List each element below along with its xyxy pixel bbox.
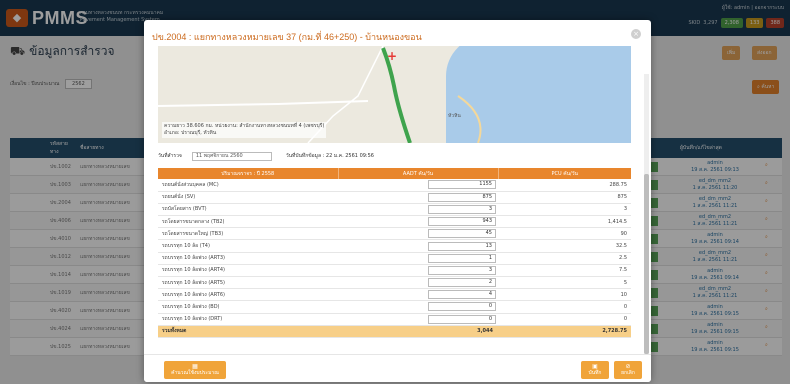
map-caption-line-2: อำเภอ: ปราณบุรี, หัวหิน: [164, 130, 217, 136]
pcu-value: 288.75: [498, 179, 631, 192]
pcu-value: 1,414.5: [498, 215, 631, 229]
record-date: วันที่บันทึกข้อมูล : 22 ม.ค. 2561 09:56: [285, 153, 374, 159]
cancel-button[interactable]: ⊘ ยกเลิก: [614, 361, 642, 379]
location-pin-icon: +: [387, 49, 398, 63]
traffic-row: รถบรรทุก 10 ล้อ (T4) 13 32.5: [158, 239, 631, 253]
vehicle-type: รถโดยสารขนาดใหญ่ (TB3): [158, 227, 338, 241]
aadt-input[interactable]: 943: [428, 217, 496, 227]
pcu-value: 0: [498, 300, 631, 314]
aadt-input[interactable]: 45: [428, 229, 496, 239]
aadt-cell: 4: [338, 288, 498, 302]
modal-footer: ▦ คำนวณใช้งบประมาณ ▣ บันทึก ⊘ ยกเลิก: [144, 354, 651, 382]
traffic-row: รถบัสโดยสาร (BVT) 3 3: [158, 203, 631, 217]
aadt-input[interactable]: 0: [428, 314, 496, 324]
vehicle-type: รถยนต์นั่งส่วนบุคคล (MC): [158, 179, 338, 192]
aadt-input[interactable]: 0: [428, 302, 496, 312]
aadt-cell: 13: [338, 239, 498, 253]
total-row: รวมทั้งหมด 3,044 2,728.75: [158, 325, 631, 338]
survey-date-label: วันที่สำรวจ: [158, 153, 182, 159]
aadt-cell: 1155: [338, 179, 498, 192]
aadt-cell: 3: [338, 203, 498, 217]
aadt-cell: 3: [338, 264, 498, 278]
pcu-value: 7.5: [498, 264, 631, 278]
aadt-input[interactable]: 13: [428, 241, 496, 251]
traffic-row: รถโดยสารขนาดใหญ่ (TB3) 45 90: [158, 227, 631, 241]
traffic-row: รถยนต์นั่งส่วนบุคคล (MC) 1155 288.75: [158, 179, 631, 192]
traffic-modal: ปข.2004 : แยกทางหลวงหมายเลข 37 (กม.ที่ 4…: [144, 20, 651, 382]
pcu-value: 5: [498, 276, 631, 290]
modal-body: + หัวหิน ความยาว 38.606 กม. หน่วยงาน: สำ…: [144, 46, 651, 376]
traffic-row: รถบรรทุก 10 ล้อพ่วง (ART5) 2 5: [158, 276, 631, 290]
aadt-cell: 943: [338, 215, 498, 229]
aadt-input[interactable]: 4: [428, 290, 496, 300]
map-caption-line-1: ความยาว 38.606 กม. หน่วยงาน: สำนักงานทาง…: [164, 123, 325, 129]
aadt-input[interactable]: 1: [428, 253, 496, 263]
aadt-input[interactable]: 3: [428, 204, 496, 214]
calculate-button-label: คำนวณใช้งบประมาณ: [171, 370, 219, 376]
traffic-row: รถบรรทุก 10 ล้อพ่วง (DRT) 0 0: [158, 313, 631, 326]
save-button-label: บันทึก: [588, 370, 602, 376]
pcu-value: 3: [498, 203, 631, 217]
pcu-value: 32.5: [498, 239, 631, 253]
traffic-row: รถโดยสารขนาดกลาง (TB2) 943 1,414.5: [158, 215, 631, 229]
traffic-row: รถยนต์นั่ง (SV) 875 875: [158, 191, 631, 204]
map-place-label: หัวหิน: [448, 113, 461, 119]
aadt-cell: 1: [338, 252, 498, 265]
aadt-cell: 2: [338, 276, 498, 290]
traffic-row: รถบรรทุก 10 ล้อพ่วง (ART4) 3 7.5: [158, 264, 631, 278]
traffic-row: รถบรรทุก 10 ล้อพ่วง (BD) 0 0: [158, 300, 631, 314]
traffic-table: ปริมาณจราจร : ปี 2558 AADT คัน/วัน PCU ค…: [158, 168, 631, 338]
vehicle-type: รถยนต์นั่ง (SV): [158, 191, 338, 204]
total-aadt: 3,044: [338, 325, 498, 338]
modal-title: ปข.2004 : แยกทางหลวงหมายเลข 37 (กม.ที่ 4…: [152, 32, 422, 42]
col-vehicle: ปริมาณจราจร : ปี 2558: [158, 168, 339, 179]
traffic-row: รถบรรทุก 10 ล้อพ่วง (ART6) 4 10: [158, 288, 631, 302]
traffic-table-body: รถยนต์นั่งส่วนบุคคล (MC) 1155 288.75 รถยนต์…: [158, 179, 631, 338]
save-button[interactable]: ▣ บันทึก: [581, 361, 609, 379]
pcu-value: 90: [498, 227, 631, 241]
pcu-value: 10: [498, 288, 631, 302]
cancel-button-label: ยกเลิก: [621, 370, 635, 376]
aadt-cell: 0: [338, 313, 498, 326]
col-pcu: PCU คัน/วัน: [498, 168, 631, 179]
aadt-input[interactable]: 2: [428, 278, 496, 288]
aadt-cell: 0: [338, 300, 498, 314]
aadt-input[interactable]: 3: [428, 265, 496, 275]
vehicle-type: รถบรรทุก 10 ล้อพ่วง (ART6): [158, 288, 338, 302]
total-label: รวมทั้งหมด: [158, 325, 338, 338]
route-map[interactable]: + หัวหิน ความยาว 38.606 กม. หน่วยงาน: สำ…: [158, 46, 631, 143]
survey-info-row: วันที่สำรวจ 11 พฤศจิกายน 2560 วันที่บันท…: [158, 150, 631, 162]
vehicle-type: รถบรรทุก 10 ล้อพ่วง (ART3): [158, 252, 338, 265]
total-pcu: 2,728.75: [498, 325, 631, 338]
traffic-table-header: ปริมาณจราจร : ปี 2558 AADT คัน/วัน PCU ค…: [158, 168, 631, 179]
aadt-cell: 875: [338, 191, 498, 204]
vehicle-type: รถบรรทุก 10 ล้อพ่วง (ART4): [158, 264, 338, 278]
aadt-cell: 45: [338, 227, 498, 241]
close-icon[interactable]: ×: [631, 29, 641, 39]
calculate-button[interactable]: ▦ คำนวณใช้งบประมาณ: [164, 361, 226, 379]
vehicle-type: รถบัสโดยสาร (BVT): [158, 203, 338, 217]
survey-date-input[interactable]: 11 พฤศจิกายน 2560: [191, 151, 272, 161]
aadt-input[interactable]: 1155: [428, 180, 496, 190]
aadt-input[interactable]: 875: [428, 192, 496, 202]
pcu-value: 875: [498, 191, 631, 204]
vehicle-type: รถบรรทุก 10 ล้อพ่วง (DRT): [158, 313, 338, 326]
traffic-row: รถบรรทุก 10 ล้อพ่วง (ART3) 1 2.5: [158, 252, 631, 265]
vehicle-type: รถบรรทุก 10 ล้อพ่วง (ART5): [158, 276, 338, 290]
col-aadt: AADT คัน/วัน: [338, 168, 499, 179]
modal-scrollbar[interactable]: [644, 74, 649, 374]
scroll-thumb[interactable]: [644, 174, 649, 354]
vehicle-type: รถบรรทุก 10 ล้อพ่วง (BD): [158, 300, 338, 314]
pcu-value: 0: [498, 313, 631, 326]
vehicle-type: รถบรรทุก 10 ล้อ (T4): [158, 239, 338, 253]
map-caption: ความยาว 38.606 กม. หน่วยงาน: สำนักงานทาง…: [162, 122, 327, 138]
pcu-value: 2.5: [498, 252, 631, 265]
vehicle-type: รถโดยสารขนาดกลาง (TB2): [158, 215, 338, 229]
